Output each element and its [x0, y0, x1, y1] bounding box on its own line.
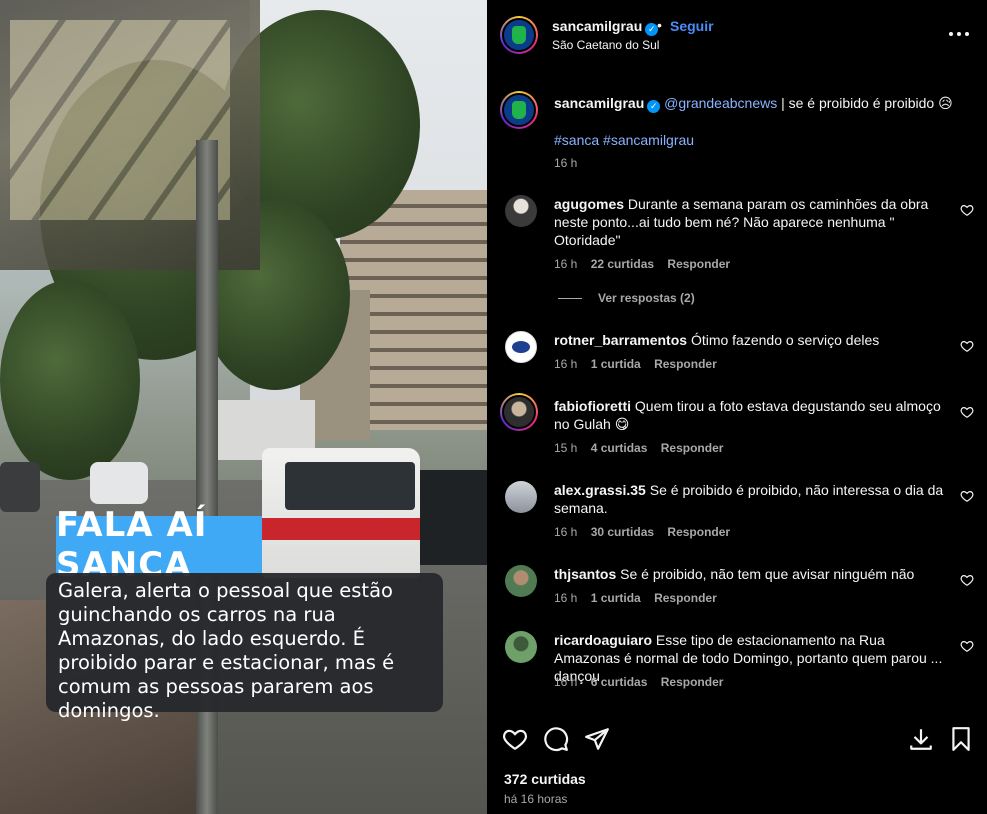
- photo-fence: [420, 470, 487, 565]
- caption-username[interactable]: sancamilgrau: [554, 95, 644, 111]
- comment-meta: 16 h 1 curtida Responder: [554, 357, 717, 371]
- comment-meta: 16 h 1 curtida Responder: [554, 591, 717, 605]
- commenter-avatar[interactable]: [505, 565, 537, 597]
- photo-truck-window: [285, 462, 415, 510]
- comment-username[interactable]: fabiofioretti: [554, 398, 631, 414]
- commenter-avatar[interactable]: [500, 393, 538, 431]
- caption-text: | se é proibido é proibido 😥: [777, 95, 953, 111]
- comment-meta: 15 h 4 curtidas Responder: [554, 441, 724, 455]
- comment-meta: 16 h 22 curtidas Responder: [554, 257, 731, 271]
- commenter-avatar[interactable]: [505, 481, 537, 513]
- post-photo[interactable]: FALA AÍ SANCA Galera, alerta o pessoal q…: [0, 0, 487, 814]
- comment-text: fabiofioretti Quem tirou a foto estava d…: [554, 398, 941, 432]
- comment-username[interactable]: alex.grassi.35: [554, 482, 646, 498]
- sticker-title: FALA AÍ SANCA: [56, 505, 262, 585]
- caption: sancamilgrau ✓ @grandeabcnews | se é proi…: [554, 94, 964, 113]
- comment-text: alex.grassi.35 Se é proibido é proibido,…: [554, 482, 944, 516]
- photo-truck-stripe: [262, 518, 420, 540]
- like-comment-icon[interactable]: [960, 573, 974, 587]
- reply-button[interactable]: Responder: [661, 441, 724, 455]
- photo-canopy: [0, 0, 260, 270]
- commenter-avatar[interactable]: [505, 331, 537, 363]
- separator: •: [657, 17, 662, 33]
- like-comment-icon[interactable]: [960, 203, 974, 217]
- reply-button[interactable]: Responder: [654, 591, 717, 605]
- commenter-avatar[interactable]: [505, 195, 537, 227]
- post-time: há 16 horas: [504, 792, 568, 806]
- like-comment-icon[interactable]: [960, 489, 974, 503]
- share-icon[interactable]: [584, 726, 612, 754]
- comment-username[interactable]: thjsantos: [554, 566, 616, 582]
- comment-username[interactable]: ricardoaguiaro: [554, 632, 652, 648]
- photo-car: [0, 462, 40, 512]
- verified-icon: ✓: [647, 100, 661, 113]
- comment-likes[interactable]: 22 curtidas: [591, 257, 654, 271]
- comment-username[interactable]: rotner_barramentos: [554, 332, 687, 348]
- caption-hashtags[interactable]: #sanca #sancamilgrau: [554, 131, 694, 149]
- comment-text: thjsantos Se é proibido, não tem que avi…: [554, 566, 915, 582]
- sticker-text: Galera, alerta o pessoal que estão guinc…: [46, 573, 443, 722]
- reply-button[interactable]: Responder: [654, 357, 717, 371]
- caption-avatar[interactable]: [500, 91, 538, 129]
- more-options-icon[interactable]: [947, 24, 971, 44]
- download-icon[interactable]: [908, 726, 936, 754]
- photo-pole: [196, 140, 218, 814]
- author-username[interactable]: sancamilgrau ✓: [552, 18, 659, 36]
- comment-likes[interactable]: 1 curtida: [591, 591, 641, 605]
- comment-text: rotner_barramentos Ótimo fazendo o servi…: [554, 332, 880, 348]
- commenter-avatar[interactable]: [505, 631, 537, 663]
- comment-likes[interactable]: 4 curtidas: [591, 441, 648, 455]
- post-likes[interactable]: 372 curtidas: [504, 771, 586, 787]
- action-bar: [487, 726, 987, 756]
- photo-car: [90, 462, 148, 504]
- save-icon[interactable]: [948, 726, 976, 754]
- comment-username[interactable]: agugomes: [554, 196, 624, 212]
- like-comment-icon[interactable]: [960, 339, 974, 353]
- like-comment-icon[interactable]: [960, 639, 974, 653]
- caption-mention[interactable]: @grandeabcnews: [664, 95, 777, 111]
- author-avatar[interactable]: [500, 16, 538, 54]
- like-icon[interactable]: [502, 726, 530, 754]
- view-replies-button[interactable]: Ver respostas (2): [558, 291, 695, 305]
- caption-time: 16 h: [554, 156, 578, 170]
- reply-button[interactable]: Responder: [667, 525, 730, 539]
- comment-meta: 16 h 30 curtidas Responder: [554, 525, 731, 539]
- post-header: sancamilgrau ✓ • Seguir São Caetano do Su…: [487, 0, 987, 72]
- post-location[interactable]: São Caetano do Sul: [552, 38, 659, 52]
- reply-button[interactable]: Responder: [667, 257, 730, 271]
- comment-text: agugomes Durante a semana param os camin…: [554, 196, 929, 248]
- photo-tree: [0, 280, 140, 480]
- like-comment-icon[interactable]: [960, 405, 974, 419]
- reply-button[interactable]: Responder: [661, 675, 724, 689]
- comment-meta: 16 h 6 curtidas Responder: [554, 675, 724, 689]
- comment-likes[interactable]: 6 curtidas: [591, 675, 648, 689]
- comment-likes[interactable]: 30 curtidas: [591, 525, 654, 539]
- comment-likes[interactable]: 1 curtida: [591, 357, 641, 371]
- follow-button[interactable]: Seguir: [670, 18, 714, 34]
- post-panel: sancamilgrau ✓ • Seguir São Caetano do Su…: [487, 0, 987, 814]
- comment-icon[interactable]: [543, 726, 571, 754]
